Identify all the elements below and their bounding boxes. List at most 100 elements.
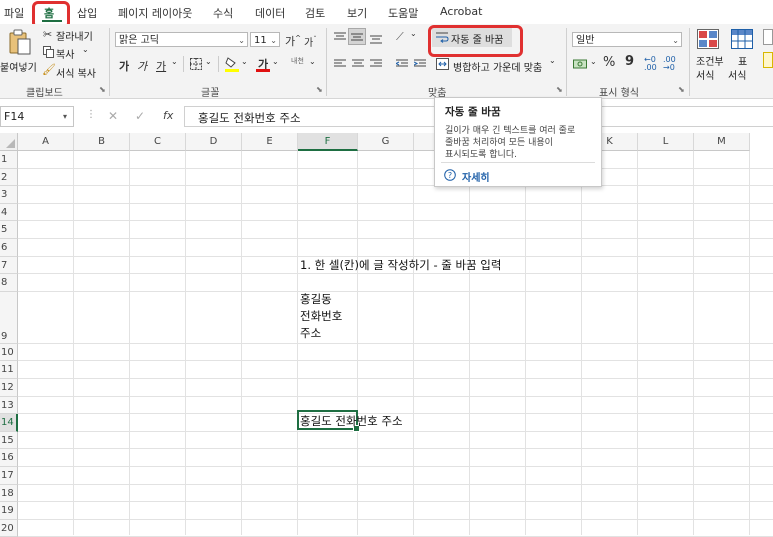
cancel-icon[interactable]: ✕ [108,109,118,123]
tooltip-divider [441,162,595,163]
paste-button[interactable]: 붙여넣기 [0,27,38,79]
row-header-10[interactable]: 10 [0,343,18,362]
select-all-corner[interactable] [0,133,18,151]
font-launcher-icon[interactable]: ⬊ [316,85,323,94]
chevron-down-icon[interactable]: ⌄ [410,29,417,38]
font-size-select[interactable]: 11 ⌄ [250,32,280,47]
row-header-15[interactable]: 15 [0,431,18,450]
cell-f9-line-2[interactable]: 전화번호 [300,308,342,324]
phonetic-button[interactable]: 내천 [291,56,304,66]
indent-increase-icon[interactable] [414,59,426,69]
row-header-19[interactable]: 19 [0,502,18,520]
conditional-format-button[interactable]: 조건부 서식 [693,27,724,82]
column-header-c[interactable]: C [130,133,186,151]
column-header-a[interactable]: A [18,133,74,151]
worksheet-grid[interactable]: ABCDEFGHIJKLM 12345678910111213141516171… [0,133,773,537]
orientation-icon[interactable]: ⟋ [396,30,404,44]
row-header-12[interactable]: 12 [0,379,18,397]
row-header-6[interactable]: 6 [0,239,18,257]
tab-insert[interactable]: 삽입 [77,5,97,21]
tab-page-layout[interactable]: 페이지 레이아웃 [118,5,192,21]
chevron-down-icon[interactable]: ⌄ [82,45,89,54]
row-header-13[interactable]: 13 [0,396,18,415]
column-header-b[interactable]: B [74,133,130,151]
tab-view[interactable]: 보기 [347,5,367,21]
row-header-20[interactable]: 20 [0,519,18,537]
underline-button[interactable]: 가 [156,58,166,74]
row-gridline [18,448,773,450]
cell-f9-line-3[interactable]: 주소 [300,325,321,341]
cell-f9-line-1[interactable]: 홍길동 [300,291,332,307]
cell-style-preview[interactable] [763,29,773,45]
column-header-g[interactable]: G [358,133,414,151]
row-header-16[interactable]: 16 [0,449,18,467]
row-header-18[interactable]: 18 [0,484,18,503]
font-name-select[interactable]: 맑은 고딕 ⌄ [115,32,248,47]
number-format-select[interactable]: 일반 ⌄ [572,32,682,47]
chevron-down-icon[interactable]: ⌄ [205,57,212,66]
format-painter-button[interactable]: 서식 복사 [56,65,96,80]
cell-f7[interactable]: 1. 한 셀(칸)에 글 작성하기 - 줄 바꿈 입력 [300,257,501,273]
name-box[interactable]: F14 ▾ [0,106,74,127]
fill-color-icon[interactable] [225,56,239,72]
align-left-icon[interactable] [334,59,346,69]
column-header-l[interactable]: L [638,133,694,151]
currency-icon[interactable] [573,58,587,70]
indent-decrease-icon[interactable] [396,59,408,69]
align-right-icon[interactable] [370,59,382,69]
row-header-3[interactable]: 3 [0,186,18,204]
row-header-1[interactable]: 1 [0,151,18,169]
tab-file[interactable]: 파일 [4,5,24,21]
comma-button[interactable]: 9 [625,54,634,69]
row-header-11[interactable]: 11 [0,361,18,379]
chevron-down-icon[interactable]: ⌄ [171,57,178,66]
chevron-down-icon[interactable]: ⌄ [241,57,248,66]
merge-center-button[interactable]: 병합하고 가운데 맞춤 ⌄ [436,56,558,74]
tab-formulas[interactable]: 수식 [213,5,233,21]
row-header-4[interactable]: 4 [0,203,18,222]
tab-help[interactable]: 도움말 [388,5,418,21]
tooltip-more-link[interactable]: 자세히 [462,169,490,184]
tab-acrobat[interactable]: Acrobat [440,5,482,18]
copy-button[interactable]: 복사 [56,46,74,61]
row-header-8[interactable]: 8 [0,274,18,292]
row-header-5[interactable]: 5 [0,221,18,239]
align-top-icon[interactable] [334,32,346,42]
insert-function-button[interactable]: fx [163,109,173,122]
row-header-14[interactable]: 14 [0,414,18,432]
chevron-down-icon[interactable]: ⌄ [309,57,316,66]
align-center-icon[interactable] [352,59,364,69]
percent-button[interactable]: % [603,55,615,70]
align-bottom-icon[interactable] [370,34,382,44]
bold-button[interactable]: 가 [119,58,129,74]
alignment-launcher-icon[interactable]: ⬊ [556,85,563,94]
row-header-2[interactable]: 2 [0,168,18,187]
column-header-m[interactable]: M [694,133,750,151]
shrink-font-button[interactable]: 가ˇ [304,34,317,49]
column-header-d[interactable]: D [186,133,242,151]
column-header-e[interactable]: E [242,133,298,151]
row-header-17[interactable]: 17 [0,467,18,485]
row-header-9[interactable]: 9 [0,291,18,344]
border-icon[interactable] [190,58,202,70]
cell-style-preview-2[interactable] [763,52,773,68]
chevron-down-icon[interactable]: ⌄ [272,57,279,66]
font-color-button[interactable]: 가 [256,56,270,72]
table-format-button[interactable]: 표 서식 [726,27,756,82]
tab-data[interactable]: 데이터 [255,5,285,21]
decimal-decrease-icon[interactable]: .00 →0 [663,56,676,72]
align-middle-button[interactable] [348,28,366,45]
italic-button[interactable]: 가 [137,58,147,74]
number-launcher-icon[interactable]: ⬊ [678,85,685,94]
chevron-down-icon[interactable]: ⌄ [590,57,597,66]
splitter-icon[interactable]: ⋮ [86,109,96,120]
cell-f14[interactable]: 홍길도 전화번호 주소 [300,413,403,429]
cut-button[interactable]: 잘라내기 [56,28,93,43]
decimal-increase-icon[interactable]: ←0.00 [644,56,657,72]
column-header-f[interactable]: F [298,133,358,151]
tab-review[interactable]: 검토 [305,5,325,21]
grow-font-button[interactable]: 가^ [285,33,301,49]
row-header-7[interactable]: 7 [0,256,18,275]
clipboard-launcher-icon[interactable]: ⬊ [99,85,106,94]
check-icon[interactable]: ✓ [135,109,145,123]
